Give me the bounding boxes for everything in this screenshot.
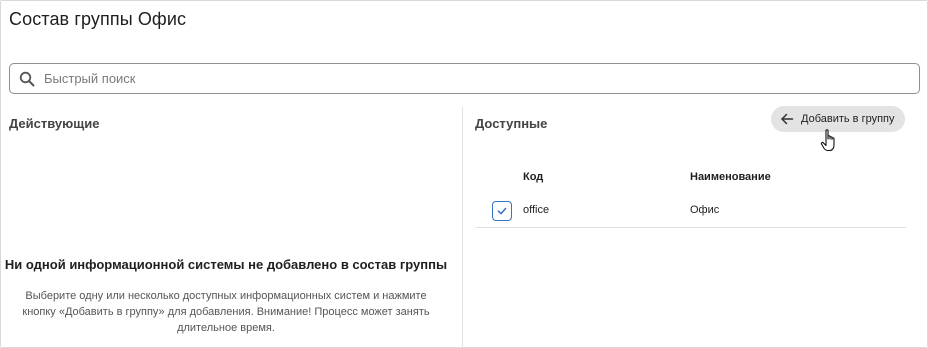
add-to-group-label: Добавить в группу bbox=[801, 113, 895, 125]
page-title: Состав группы Офис bbox=[9, 9, 187, 29]
hand-pointer-icon bbox=[820, 128, 840, 154]
row-name: Офис bbox=[690, 204, 720, 216]
column-header-name[interactable]: Наименование bbox=[690, 171, 771, 183]
active-section-title: Действующие bbox=[9, 116, 100, 131]
empty-state-description: Выберите одну или несколько доступных ин… bbox=[22, 290, 430, 334]
panel-divider bbox=[462, 107, 463, 348]
row-code: office bbox=[523, 204, 550, 216]
table-row[interactable]: office Офис bbox=[476, 195, 906, 228]
search-input[interactable] bbox=[44, 71, 919, 86]
checkmark-icon bbox=[497, 207, 507, 215]
column-header-code[interactable]: Код bbox=[523, 171, 543, 183]
row-checkbox[interactable] bbox=[492, 201, 512, 221]
search-icon bbox=[19, 71, 35, 87]
available-section-title: Доступные bbox=[475, 116, 548, 131]
search-box[interactable] bbox=[9, 63, 920, 94]
arrow-left-icon bbox=[780, 112, 794, 126]
empty-state-heading: Ни одной информационной системы не добав… bbox=[4, 257, 448, 272]
